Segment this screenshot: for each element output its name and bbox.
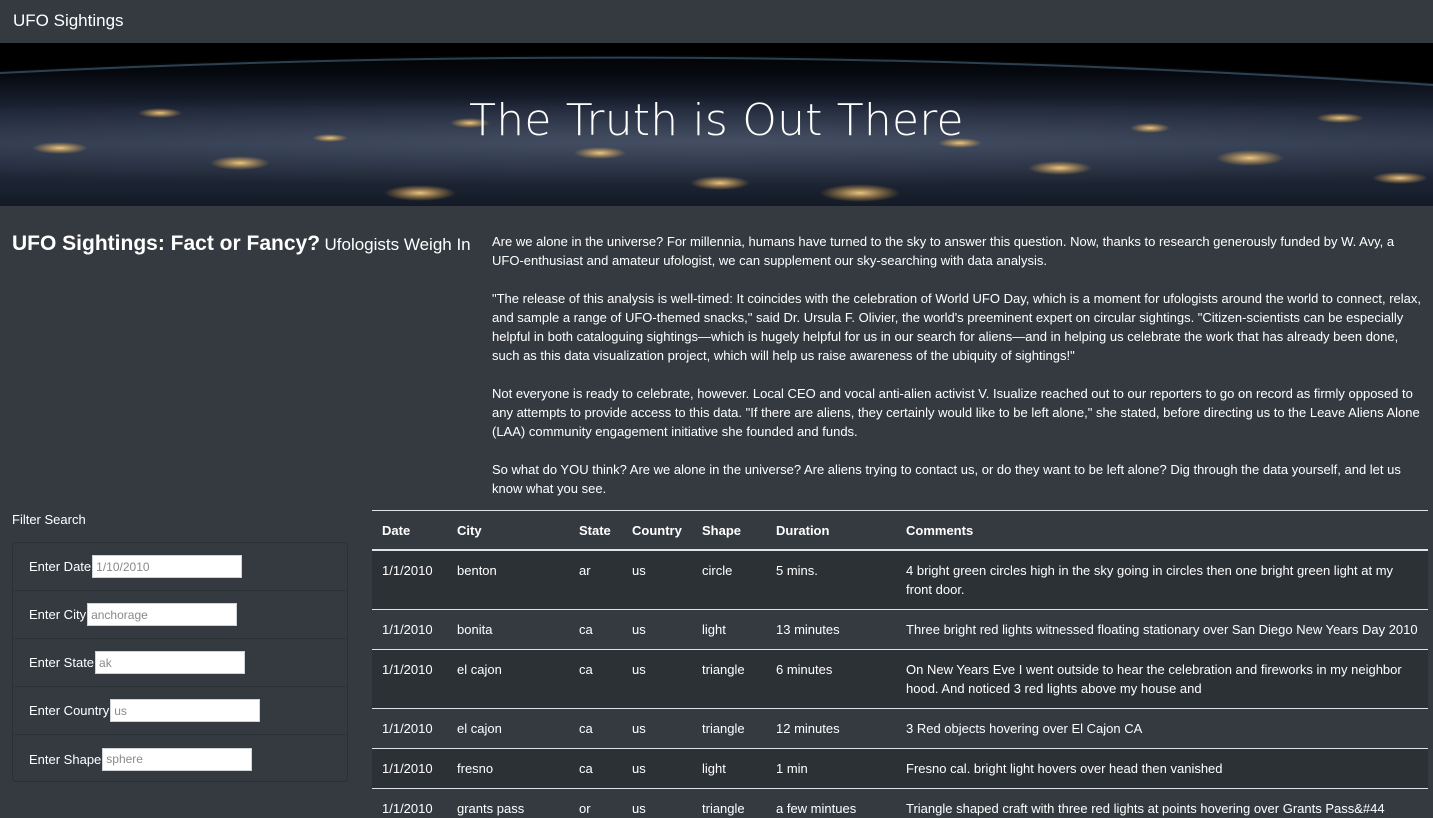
cell-date: 1/1/2010 bbox=[372, 748, 447, 789]
cell-shape: light bbox=[692, 609, 766, 650]
cell-comments: Fresno cal. bright light hovers over hea… bbox=[896, 748, 1428, 789]
table-row: 1/1/2010 el cajon ca us triangle 6 minut… bbox=[372, 649, 1428, 709]
article-paragraph: Not everyone is ready to celebrate, howe… bbox=[492, 386, 1420, 439]
article-paragraph: Are we alone in the universe? For millen… bbox=[492, 234, 1395, 268]
article-body: Are we alone in the universe? For millen… bbox=[492, 232, 1428, 517]
hero-banner: The Truth is Out There bbox=[0, 43, 1433, 206]
article-subtitle: Ufologists Weigh In bbox=[324, 235, 471, 254]
cell-country: us bbox=[622, 708, 692, 749]
cell-state: ca bbox=[569, 748, 622, 789]
navbar: UFO Sightings bbox=[0, 0, 1433, 43]
article-paragraph: So what do YOU think? Are we alone in th… bbox=[492, 462, 1401, 496]
cell-shape: triangle bbox=[692, 649, 766, 709]
cell-shape: circle bbox=[692, 549, 766, 610]
cell-city: el cajon bbox=[447, 649, 569, 709]
cell-duration: 12 minutes bbox=[766, 708, 896, 749]
filter-label-shape: Enter Shape bbox=[29, 751, 102, 767]
cell-country: us bbox=[622, 609, 692, 650]
column-header-state: State bbox=[569, 510, 622, 551]
state-input[interactable] bbox=[95, 651, 246, 674]
cell-state: ca bbox=[569, 609, 622, 650]
filter-search-heading: Filter Search bbox=[12, 512, 86, 527]
city-input[interactable] bbox=[87, 603, 238, 626]
cell-date: 1/1/2010 bbox=[372, 609, 447, 650]
cell-city: bonita bbox=[447, 609, 569, 650]
table-row: 1/1/2010 benton ar us circle 5 mins. 4 b… bbox=[372, 549, 1428, 610]
filter-label-city: Enter City bbox=[29, 607, 87, 622]
date-input[interactable] bbox=[92, 555, 243, 578]
cell-duration: 13 minutes bbox=[766, 609, 896, 650]
cell-city: benton bbox=[447, 549, 569, 610]
table-row: 1/1/2010 fresno ca us light 1 min Fresno… bbox=[372, 748, 1428, 789]
cell-shape: triangle bbox=[692, 708, 766, 749]
cell-date: 1/1/2010 bbox=[372, 788, 447, 818]
cell-country: us bbox=[622, 649, 692, 709]
filter-item-state: Enter State bbox=[13, 639, 347, 687]
cell-comments: On New Years Eve I went outside to hear … bbox=[896, 649, 1428, 709]
cell-country: us bbox=[622, 549, 692, 610]
filter-item-country: Enter Country bbox=[13, 687, 347, 735]
cell-duration: 5 mins. bbox=[766, 549, 896, 610]
cell-state: or bbox=[569, 788, 622, 818]
table-row: 1/1/2010 bonita ca us light 13 minutes T… bbox=[372, 609, 1428, 650]
column-header-shape: Shape bbox=[692, 510, 766, 551]
sightings-table: Date City State Country Shape Duration C… bbox=[372, 510, 1428, 818]
cell-state: ca bbox=[569, 649, 622, 709]
filter-item-date: Enter Date bbox=[13, 543, 347, 591]
table-header-row: Date City State Country Shape Duration C… bbox=[372, 510, 1428, 551]
cell-comments: Triangle shaped craft with three red lig… bbox=[896, 788, 1428, 818]
table-row: 1/1/2010 el cajon ca us triangle 12 minu… bbox=[372, 708, 1428, 749]
column-header-duration: Duration bbox=[766, 510, 896, 551]
cell-comments: 4 bright green circles high in the sky g… bbox=[896, 549, 1428, 610]
cell-shape: light bbox=[692, 748, 766, 789]
cell-duration: a few mintues bbox=[766, 788, 896, 818]
filter-label-state: Enter State bbox=[29, 655, 95, 670]
cell-duration: 1 min bbox=[766, 748, 896, 789]
cell-comments: 3 Red objects hovering over El Cajon CA bbox=[896, 708, 1428, 749]
filter-label-date: Enter Date bbox=[29, 559, 92, 574]
cell-state: ar bbox=[569, 549, 622, 610]
cell-date: 1/1/2010 bbox=[372, 649, 447, 709]
cell-country: us bbox=[622, 748, 692, 789]
article-title: UFO Sightings: Fact or Fancy? bbox=[12, 232, 321, 255]
filter-item-shape: Enter Shape bbox=[13, 735, 347, 783]
cell-date: 1/1/2010 bbox=[372, 549, 447, 610]
article-paragraph: "The release of this analysis is well-ti… bbox=[492, 291, 1421, 363]
table-row: 1/1/2010 grants pass or us triangle a fe… bbox=[372, 788, 1428, 818]
filter-item-city: Enter City bbox=[13, 591, 347, 639]
shape-input[interactable] bbox=[102, 747, 253, 771]
cell-date: 1/1/2010 bbox=[372, 708, 447, 749]
column-header-date: Date bbox=[372, 510, 447, 551]
cell-shape: triangle bbox=[692, 788, 766, 818]
cell-comments: Three bright red lights witnessed floati… bbox=[896, 609, 1428, 650]
column-header-city: City bbox=[447, 510, 569, 551]
sightings-table-container: Date City State Country Shape Duration C… bbox=[372, 510, 1428, 818]
cell-country: us bbox=[622, 788, 692, 818]
cell-duration: 6 minutes bbox=[766, 649, 896, 709]
cell-city: fresno bbox=[447, 748, 569, 789]
article-heading: UFO Sightings: Fact or Fancy? Ufologists… bbox=[12, 232, 482, 256]
column-header-country: Country bbox=[622, 510, 692, 551]
filter-panel: Enter Date Enter City Enter State Enter … bbox=[12, 542, 348, 782]
navbar-brand-link[interactable]: UFO Sightings bbox=[13, 11, 124, 31]
cell-city: grants pass bbox=[447, 788, 569, 818]
cell-city: el cajon bbox=[447, 708, 569, 749]
hero-title: The Truth is Out There bbox=[469, 95, 964, 146]
filter-label-country: Enter Country bbox=[29, 703, 110, 718]
cell-state: ca bbox=[569, 708, 622, 749]
country-input[interactable] bbox=[110, 699, 261, 722]
column-header-comments: Comments bbox=[896, 510, 1428, 551]
